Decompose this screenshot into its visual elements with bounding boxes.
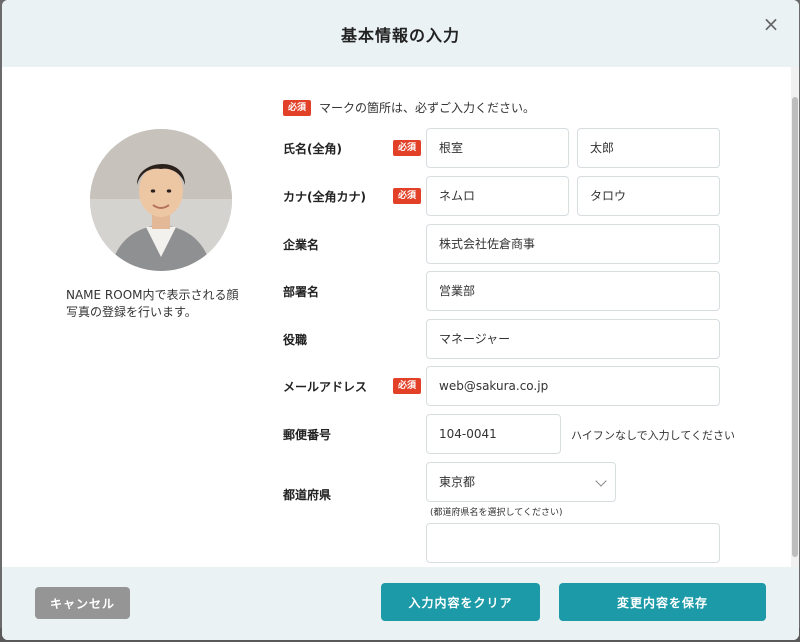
avatar[interactable]	[90, 129, 232, 271]
prefecture-selected-value: 東京都	[439, 475, 476, 489]
next-field-input[interactable]	[426, 523, 720, 563]
email-input[interactable]: web@sakura.co.jp	[426, 366, 720, 406]
prefecture-label: 都道府県	[283, 488, 332, 502]
department-input[interactable]: 営業部	[426, 271, 720, 311]
kana-label: カナ(全角カナ)	[283, 190, 366, 204]
last-name-kana-input[interactable]: ネムロ	[426, 176, 569, 216]
first-name-input[interactable]: 太郎	[577, 128, 720, 168]
clear-button[interactable]: 入力内容をクリア	[381, 583, 540, 621]
modal-header: 基本情報の入力 ×	[2, 0, 799, 67]
required-badge: 必須	[283, 99, 312, 116]
company-label: 企業名	[283, 238, 320, 252]
form-row-postal: 郵便番号 104-0041 ハイフンなしで入力してください	[283, 414, 735, 454]
required-notice: 必須 マークの箇所は、必ずご入力ください。	[283, 99, 535, 116]
position-input[interactable]: マネージャー	[426, 319, 720, 359]
form-row-position: 役職 マネージャー	[283, 319, 723, 359]
last-name-input[interactable]: 根室	[426, 128, 569, 168]
photo-caption: NAME ROOM内で表示される顔写真の登録を行います。	[66, 288, 239, 319]
form-row-name: 氏名(全角) 必須 根室 太郎	[283, 128, 723, 168]
close-icon[interactable]: ×	[761, 14, 781, 34]
form-row-company: 企業名 株式会社佐倉商事	[283, 224, 723, 264]
scrollbar-thumb[interactable]	[792, 97, 798, 557]
position-label: 役職	[283, 333, 308, 347]
email-label: メールアドレス	[283, 380, 368, 394]
modal-footer: キャンセル 入力内容をクリア 変更内容を保存	[2, 567, 799, 640]
name-label: 氏名(全角)	[283, 142, 342, 156]
chevron-down-icon	[595, 475, 607, 487]
postal-hint: ハイフンなしで入力してください	[571, 429, 736, 442]
form-row-department: 部署名 営業部	[283, 271, 723, 311]
modal-title: 基本情報の入力	[340, 25, 460, 45]
department-label: 部署名	[283, 285, 320, 299]
form-row-prefecture: 都道府県 東京都 (都道府県名を選択してください)	[283, 462, 723, 518]
form-row-kana: カナ(全角カナ) 必須 ネムロ タロウ	[283, 176, 723, 216]
cancel-button[interactable]: キャンセル	[35, 587, 130, 619]
postal-code-input[interactable]: 104-0041	[426, 414, 561, 454]
save-button[interactable]: 変更内容を保存	[559, 583, 766, 621]
prefecture-hint: (都道府県名を選択してください)	[430, 508, 563, 518]
first-name-kana-input[interactable]: タロウ	[577, 176, 720, 216]
company-input[interactable]: 株式会社佐倉商事	[426, 224, 720, 264]
form-row-next	[283, 523, 723, 563]
postal-label: 郵便番号	[283, 428, 332, 442]
scrollbar[interactable]	[791, 67, 799, 567]
modal-body: NAME ROOM内で表示される顔写真の登録を行います。 必須 マークの箇所は、…	[2, 67, 799, 567]
form-row-email: メールアドレス 必須 web@sakura.co.jp	[283, 366, 723, 406]
required-badge: 必須	[393, 140, 422, 156]
required-notice-text: マークの箇所は、必ずご入力ください。	[319, 101, 536, 115]
required-badge: 必須	[393, 378, 422, 394]
required-badge: 必須	[393, 188, 422, 204]
prefecture-select[interactable]: 東京都	[426, 462, 616, 502]
profile-modal: 基本情報の入力 × NAME ROOM内で表示される顔写真の登録を行います。 必…	[2, 0, 799, 640]
